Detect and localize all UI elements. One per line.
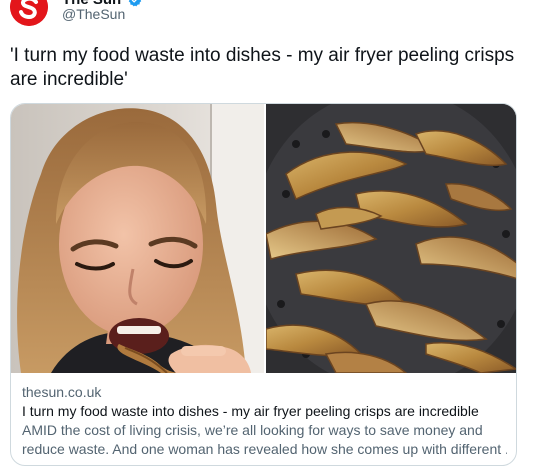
card-images[interactable]	[11, 104, 516, 373]
card-title[interactable]: I turn my food waste into dishes - my ai…	[22, 402, 507, 421]
verified-badge-icon	[128, 0, 142, 7]
the-sun-logo	[10, 0, 48, 26]
link-preview-card[interactable]: thesun.co.uk I turn my food waste into d…	[10, 103, 517, 466]
card-description-line-2: reduce waste. And one woman has revealed…	[22, 441, 507, 457]
card-image-woman[interactable]	[11, 104, 264, 373]
card-domain[interactable]: thesun.co.uk	[22, 383, 507, 402]
tweet-text: 'I turn my food waste into dishes - my a…	[10, 45, 515, 90]
card-description: AMID the cost of living crisis, we’re al…	[22, 421, 507, 459]
card-image-peelings[interactable]	[266, 104, 516, 373]
author-avatar[interactable]	[10, 0, 48, 26]
card-text[interactable]: thesun.co.uk I turn my food waste into d…	[22, 383, 507, 459]
author-handle[interactable]: @TheSun	[62, 6, 125, 22]
card-description-line-1: AMID the cost of living crisis, we’re al…	[22, 422, 483, 438]
